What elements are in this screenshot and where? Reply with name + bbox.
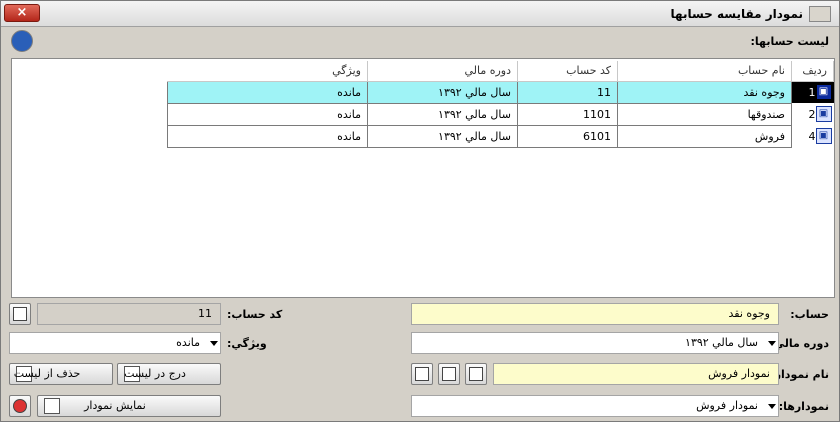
add-to-list-button[interactable]: درج در ليست xyxy=(117,363,221,385)
table-header-row: رديف نام حساب كد حساب دوره مالي ويژگي xyxy=(167,61,834,82)
info-icon[interactable] xyxy=(11,30,33,52)
exit-button[interactable] xyxy=(9,395,31,417)
fiscal-period-select[interactable]: سال مالي ۱۳۹۲ xyxy=(411,332,779,354)
cell-fiscal-period[interactable]: سال مالي ۱۳۹۲ xyxy=(367,102,518,126)
add-to-list-label: درج در ليست xyxy=(124,367,186,380)
tree-icon xyxy=(13,307,27,321)
chevron-down-icon xyxy=(210,341,218,346)
charts-select[interactable]: نمودار فروش xyxy=(411,395,779,417)
cell-account-code[interactable]: 6101 xyxy=(517,124,618,148)
close-button[interactable]: × xyxy=(4,4,40,22)
delete-from-list-button[interactable]: حذف از ليست xyxy=(9,363,113,385)
cell-feature[interactable]: مانده xyxy=(167,102,368,126)
accounts-list-label: ليست حسابها: xyxy=(750,35,829,48)
edit-chart-button[interactable] xyxy=(438,363,460,385)
delete-from-list-label: حذف از ليست xyxy=(13,367,81,380)
row-index: 1 xyxy=(808,85,816,99)
chevron-down-icon xyxy=(768,341,776,346)
delete-chart-button[interactable] xyxy=(411,363,433,385)
row-header-cell[interactable]: ▣2 xyxy=(791,103,834,125)
show-chart-button[interactable]: نمايش نمودار xyxy=(37,395,221,417)
fiscal-period-value: سال مالي ۱۳۹۲ xyxy=(685,336,758,349)
chevron-down-icon xyxy=(768,404,776,409)
charts-label: نمودارها: xyxy=(778,400,829,413)
feature-value: مانده xyxy=(176,336,200,349)
grid-row-icon: ▣ xyxy=(815,84,832,101)
window-app-icon xyxy=(809,6,831,22)
account-field[interactable]: وجوه نقد xyxy=(411,303,779,325)
feature-select[interactable]: مانده xyxy=(9,332,221,354)
chart-name-label: نام نمودار: xyxy=(770,368,829,381)
row-header-cell[interactable]: ▣4 xyxy=(791,125,834,147)
row-header-cell[interactable]: ▣1 xyxy=(791,81,834,103)
col-header-account-code[interactable]: كد حساب xyxy=(517,61,618,82)
charts-value: نمودار فروش xyxy=(696,399,758,412)
cell-account-name[interactable]: فروش xyxy=(617,124,792,148)
pen-icon xyxy=(442,367,456,381)
show-chart-label: نمايش نمودار xyxy=(84,399,146,412)
power-icon xyxy=(13,399,27,413)
col-header-row-number[interactable]: رديف xyxy=(791,61,834,82)
title-bar: × نمودار مقايسه حسابها xyxy=(1,1,839,27)
account-label: حساب: xyxy=(790,308,829,321)
cell-account-code[interactable]: 11 xyxy=(517,80,618,104)
row-index: 4 xyxy=(808,129,816,143)
cell-feature[interactable]: مانده xyxy=(167,80,368,104)
document-icon xyxy=(469,367,483,381)
chart-name-field[interactable]: نمودار فروش xyxy=(493,363,779,385)
col-header-fiscal-period[interactable]: دوره مالي xyxy=(367,61,518,82)
cell-feature[interactable]: مانده xyxy=(167,124,368,148)
col-header-feature[interactable]: ويژگي xyxy=(167,61,368,82)
cell-fiscal-period[interactable]: سال مالي ۱۳۹۲ xyxy=(367,80,518,104)
table-row[interactable]: ▣4 فروش 6101 سال مالي ۱۳۹۲ مانده xyxy=(167,124,834,148)
cell-fiscal-period[interactable]: سال مالي ۱۳۹۲ xyxy=(367,124,518,148)
accounts-grid[interactable]: رديف نام حساب كد حساب دوره مالي ويژگي ▣1… xyxy=(11,58,835,298)
account-code-field: 11 xyxy=(37,303,221,325)
trash-icon xyxy=(415,367,429,381)
cell-account-name[interactable]: وجوه نقد xyxy=(617,80,792,104)
window-title: نمودار مقايسه حسابها xyxy=(670,7,803,21)
account-code-label: كد حساب: xyxy=(227,308,283,321)
grid-row-icon: ▣ xyxy=(815,128,832,144)
account-tree-button[interactable] xyxy=(9,303,31,325)
save-chart-button[interactable] xyxy=(465,363,487,385)
chart-compare-window: × نمودار مقايسه حسابها ليست حسابها: رديف… xyxy=(0,0,840,422)
accounts-table: رديف نام حساب كد حساب دوره مالي ويژگي ▣1… xyxy=(167,61,834,148)
grid-row-icon: ▣ xyxy=(815,106,832,122)
table-row[interactable]: ▣2 صندوقها 1101 سال مالي ۱۳۹۲ مانده xyxy=(167,102,834,126)
cell-account-code[interactable]: 1101 xyxy=(517,102,618,126)
table-row[interactable]: ▣1 وجوه نقد 11 سال مالي ۱۳۹۲ مانده xyxy=(167,80,834,104)
feature-label: ويژگي: xyxy=(227,337,267,350)
cell-account-name[interactable]: صندوقها xyxy=(617,102,792,126)
row-index: 2 xyxy=(808,107,816,121)
col-header-account-name[interactable]: نام حساب xyxy=(617,61,792,82)
